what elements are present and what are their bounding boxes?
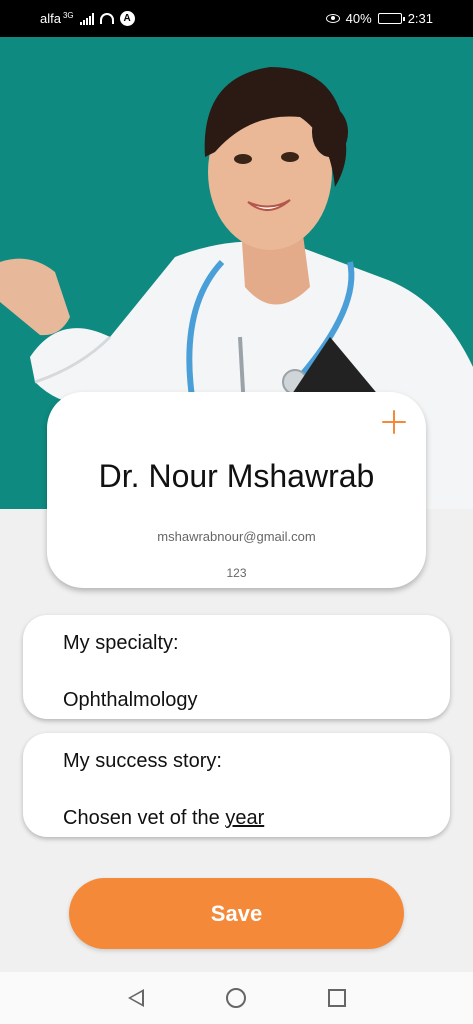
battery-icon xyxy=(377,13,405,24)
success-story-underlined-word: year xyxy=(225,807,265,829)
doctor-code: 123 xyxy=(226,566,247,580)
battery-percent: 40% xyxy=(345,11,372,26)
specialty-card[interactable]: My specialty: Ophthalmology xyxy=(23,615,450,719)
recent-apps-icon[interactable] xyxy=(327,989,346,1007)
clock: 2:31 xyxy=(407,11,433,26)
system-nav-bar xyxy=(0,972,473,1024)
success-story-value[interactable]: Chosen vet of the year xyxy=(63,807,264,830)
carrier-label: alfa xyxy=(40,11,61,26)
screen: alfa 3G A 40% 2:31 Dr. Nour Mshawrab msh… xyxy=(0,0,473,1024)
success-story-label: My success story: xyxy=(63,750,222,772)
status-bar: alfa 3G A 40% 2:31 xyxy=(0,0,473,37)
specialty-label: My specialty: xyxy=(63,632,179,654)
back-icon[interactable] xyxy=(127,989,144,1007)
home-icon[interactable] xyxy=(225,988,246,1008)
status-right: 40% 2:31 xyxy=(325,11,433,26)
eye-comfort-icon xyxy=(325,14,340,23)
profile-card: Dr. Nour Mshawrab mshawrabnour@gmail.com… xyxy=(47,392,426,588)
status-left: alfa 3G A xyxy=(40,11,135,26)
network-label: 3G xyxy=(62,11,74,20)
wifi-icon xyxy=(99,13,114,24)
specialty-value[interactable]: Ophthalmology xyxy=(63,689,198,712)
notification-a-icon: A xyxy=(119,11,135,26)
signal-icon xyxy=(79,12,94,25)
save-button[interactable]: Save xyxy=(69,878,404,949)
success-story-text: Chosen vet of the xyxy=(63,807,226,829)
success-story-card[interactable]: My success story: Chosen vet of the year xyxy=(23,733,450,837)
doctor-name: Dr. Nour Mshawrab xyxy=(98,458,375,494)
doctor-email: mshawrabnour@gmail.com xyxy=(157,529,316,544)
add-icon[interactable] xyxy=(382,410,406,434)
